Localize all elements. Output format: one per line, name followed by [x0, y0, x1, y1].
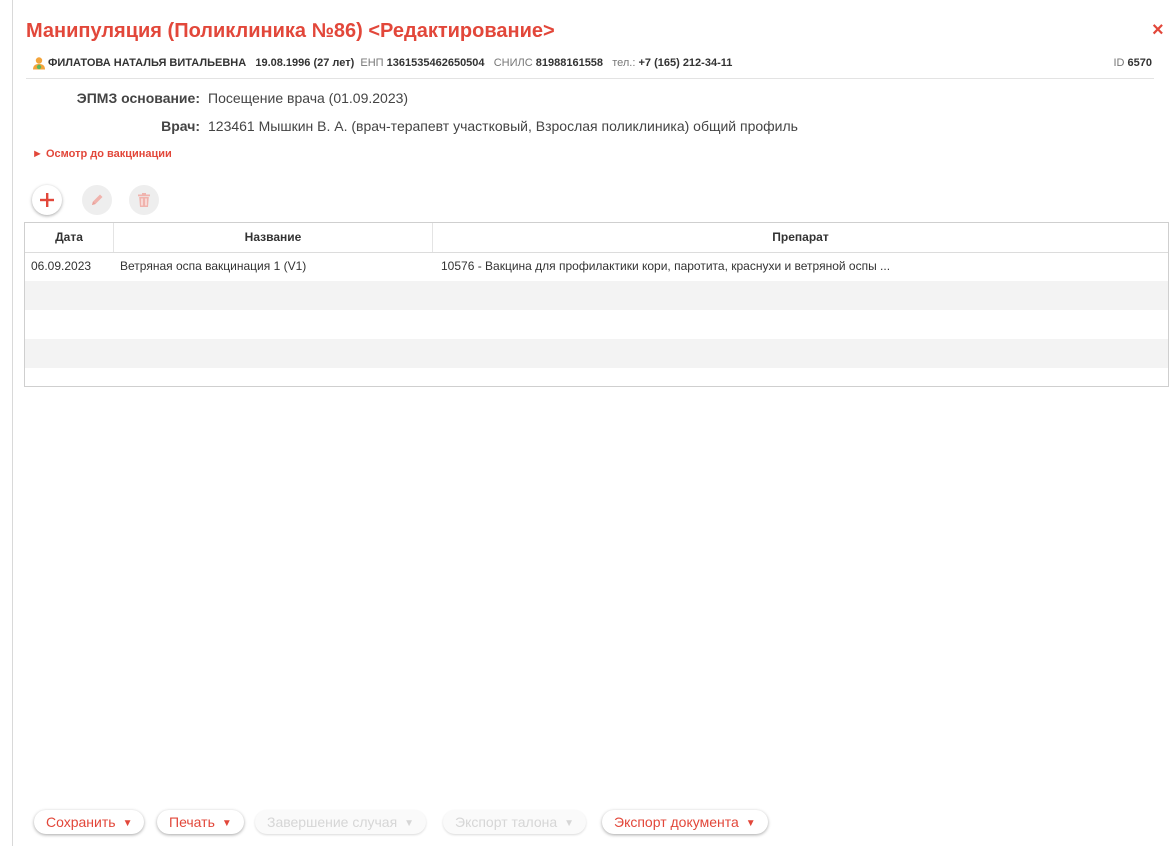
- finish-case-button-label: Завершение случая: [267, 814, 398, 830]
- epmz-label: ЭПМЗ основание:: [76, 90, 200, 106]
- edit-button[interactable]: [82, 185, 112, 215]
- export-ticket-button-label: Экспорт талона: [455, 814, 558, 830]
- id-value: 6570: [1127, 57, 1152, 69]
- export-document-button[interactable]: Экспорт документа ▼: [602, 810, 768, 834]
- chevron-down-icon: ▼: [404, 818, 415, 829]
- plus-icon: [40, 193, 54, 207]
- save-button-label: Сохранить: [46, 814, 116, 830]
- doctor-label: Врач:: [161, 118, 200, 134]
- doctor-row: Врач: 123461 Мышкин В. А. (врач-терапевт…: [0, 118, 1150, 136]
- phone-value: +7 (165) 212-34-11: [638, 57, 733, 69]
- vaccination-exam-expander[interactable]: ► Осмотр до вакцинации: [32, 148, 172, 160]
- chevron-down-icon: ▼: [745, 818, 756, 829]
- doctor-value[interactable]: 123461 Мышкин В. А. (врач-терапевт участ…: [208, 118, 798, 134]
- patient-birth: 19.08.1996 (27 лет): [255, 57, 355, 69]
- id-label: ID: [1113, 57, 1125, 69]
- patient-name: ФИЛАТОВА НАТАЛЬЯ ВИТАЛЬЕВНА: [48, 57, 247, 69]
- print-button[interactable]: Печать ▼: [157, 810, 244, 834]
- epmz-row: ЭПМЗ основание: Посещение врача (01.09.2…: [0, 90, 1150, 108]
- save-button[interactable]: Сохранить ▼: [34, 810, 145, 834]
- expand-arrow-icon: ►: [32, 148, 43, 160]
- chevron-down-icon: ▼: [564, 818, 575, 829]
- expander-label: Осмотр до вакцинации: [45, 148, 172, 160]
- trash-icon: [138, 193, 150, 207]
- patient-details: ФИЛАТОВА НАТАЛЬЯ ВИТАЛЬЕВНА 19.08.1996 (…: [48, 57, 732, 69]
- close-icon[interactable]: ×: [1152, 20, 1164, 40]
- cell-name: Ветряная оспа вакцинация 1 (V1): [120, 259, 307, 273]
- patient-info-bar: ФИЛАТОВА НАТАЛЬЯ ВИТАЛЬЕВНА 19.08.1996 (…: [32, 55, 1152, 71]
- table-row-empty: [25, 339, 1168, 368]
- chevron-down-icon: ▼: [122, 818, 133, 829]
- delete-button[interactable]: [129, 185, 159, 215]
- enp-label: ЕНП: [360, 57, 384, 69]
- table-row[interactable]: 06.09.2023 Ветряная оспа вакцинация 1 (V…: [25, 252, 1168, 281]
- patient-id: ID 6570: [1113, 57, 1152, 69]
- column-header-name[interactable]: Название: [114, 223, 433, 252]
- export-document-button-label: Экспорт документа: [614, 814, 739, 830]
- finish-case-button[interactable]: Завершение случая ▼: [255, 810, 427, 834]
- manipulations-table: Дата Название Препарат 06.09.2023 Ветрян…: [24, 222, 1169, 387]
- table-row-empty: [25, 281, 1168, 310]
- cell-date: 06.09.2023: [31, 259, 92, 273]
- epmz-value[interactable]: Посещение врача (01.09.2023): [208, 90, 408, 106]
- print-button-label: Печать: [169, 814, 215, 830]
- snils-label: СНИЛС: [493, 57, 533, 69]
- enp-value: 1361535462650504: [386, 57, 485, 69]
- patient-avatar-icon: [33, 57, 45, 70]
- export-ticket-button[interactable]: Экспорт талона ▼: [443, 810, 587, 834]
- header-divider: [26, 78, 1154, 79]
- table-row-empty: [25, 310, 1168, 339]
- pencil-icon: [92, 194, 103, 205]
- cell-drug: 10576 - Вакцина для профилактики кори, п…: [441, 259, 891, 273]
- chevron-down-icon: ▼: [221, 818, 232, 829]
- table-header: Дата Название Препарат: [25, 223, 1168, 253]
- snils-value: 81988161558: [535, 57, 604, 69]
- column-header-date[interactable]: Дата: [25, 223, 114, 252]
- add-button[interactable]: [32, 185, 62, 215]
- phone-label: тел.:: [612, 57, 636, 69]
- column-header-drug[interactable]: Препарат: [433, 223, 1168, 252]
- dialog-title: Манипуляция (Поликлиника №86) <Редактиро…: [26, 20, 555, 42]
